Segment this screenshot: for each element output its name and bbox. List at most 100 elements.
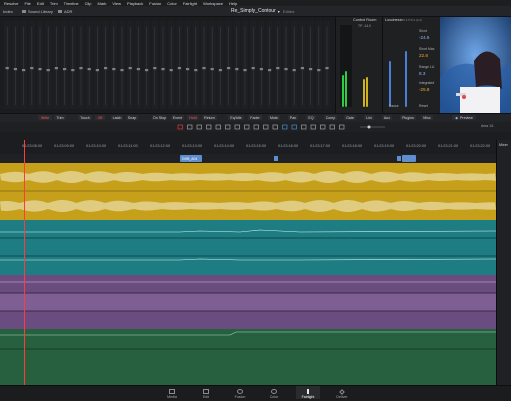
marker-row (0, 154, 496, 163)
page-fusion-label: Fusion (234, 395, 246, 399)
auto-gate-button[interactable]: Gate (344, 115, 356, 120)
menu-help[interactable]: Help (229, 1, 237, 6)
fader-cap (95, 69, 99, 72)
page-color-label: Color (269, 395, 279, 399)
tool-icon (244, 124, 250, 130)
auto-mute-button[interactable]: Mute (268, 115, 280, 120)
preview-toggle[interactable]: ◆ Preview (452, 115, 476, 120)
control-room-sub: TP -14.0 (358, 24, 371, 28)
page-navigation (0, 385, 511, 401)
auto-pan-button[interactable]: Pan (288, 115, 298, 120)
tool-icons (177, 124, 385, 130)
auto-touch-button[interactable]: Touch (78, 115, 92, 120)
auto-eq-idle-button[interactable]: Eq/Idle (228, 115, 244, 120)
fader-cap (210, 68, 214, 71)
auto-comp-button[interactable]: Comp (324, 115, 337, 120)
marker-flag[interactable] (274, 156, 278, 161)
fader-cap (128, 67, 132, 70)
page-fusion[interactable]: Fusion (228, 386, 252, 399)
reset-button[interactable]: Reset (419, 104, 428, 108)
fader-cap (54, 67, 58, 70)
index-button[interactable]: Index (3, 8, 13, 14)
fader-cap (38, 68, 42, 71)
integrated-value: -25.8 (419, 87, 430, 92)
control-room-meter-right (366, 77, 368, 107)
right-mixer-panel: Mixer (496, 140, 511, 385)
sound-library-button[interactable]: Sound Library (22, 8, 53, 14)
menu-trim[interactable]: Trim (50, 1, 58, 6)
fader-cap (145, 69, 149, 72)
auto-off-button[interactable]: Off (95, 115, 105, 120)
adr-button[interactable]: ADR (58, 8, 72, 14)
fader-cap (276, 67, 280, 70)
auto-misc-button[interactable]: Misc (421, 115, 433, 120)
marker-clip[interactable]: GHB_A04 (180, 155, 202, 162)
menu-view[interactable]: View (112, 1, 121, 6)
master-meter-left (342, 75, 344, 107)
tool-icon (301, 124, 307, 130)
tool-icon (329, 124, 335, 130)
ruler-timecode-9: 01:23:17:00 (310, 144, 331, 148)
menu-fairlight[interactable]: Fairlight (183, 1, 197, 6)
menu-clip[interactable]: Clip (85, 1, 92, 6)
fader-cap (218, 69, 222, 72)
auto-fader-button[interactable]: Fader (248, 115, 262, 120)
auto-aux-button[interactable]: Aux (382, 115, 392, 120)
tool-icon (263, 124, 269, 130)
fader-cap (325, 67, 329, 70)
auto-return-button[interactable]: Return (202, 115, 217, 120)
loudness-meter-2 (405, 51, 407, 107)
menu-file[interactable]: File (24, 1, 30, 6)
tool-icon (282, 124, 288, 130)
menu-edit[interactable]: Edit (37, 1, 44, 6)
auto-trim-button[interactable]: Trim (54, 115, 66, 120)
auto-lim-button[interactable]: Lim (364, 115, 374, 120)
page-media-label: Media (167, 395, 177, 399)
ruler-timecode-1: 01:23:09:00 (54, 144, 75, 148)
fader-cap (104, 67, 108, 70)
menu-color[interactable]: Color (167, 1, 177, 6)
fader-cap (169, 69, 173, 72)
page-fairlight[interactable]: Fairlight (296, 386, 320, 399)
menu-timeline[interactable]: Timeline (64, 1, 79, 6)
fader-cap (243, 69, 247, 72)
fader-cap (30, 67, 34, 70)
fader-cap (300, 67, 304, 70)
tool-icon (225, 124, 231, 130)
menu-resolve[interactable]: Resolve (4, 1, 18, 6)
auto-hold-button[interactable]: Hold (187, 115, 199, 120)
marker-clip-2[interactable] (402, 155, 416, 162)
playhead[interactable] (24, 140, 25, 385)
menu-mark[interactable]: Mark (98, 1, 107, 6)
edit-page-icon (203, 389, 209, 394)
auto-plugins-button[interactable]: Plugins (400, 115, 416, 120)
volume-line (0, 258, 496, 261)
sound-library-icon (22, 9, 26, 13)
page-edit[interactable]: Edit (194, 386, 218, 399)
project-dropdown-icon[interactable]: ▾ (278, 9, 280, 14)
pause-button[interactable]: Pause (389, 104, 399, 108)
page-deliver[interactable]: Deliver (330, 386, 354, 399)
project-title: Re_Simply_Contour ▾ (231, 8, 280, 14)
auto-latch-button[interactable]: Latch (111, 115, 123, 120)
ruler-timecode-11: 01:23:19:00 (374, 144, 395, 148)
tool-icon (234, 124, 240, 130)
fader-cap (153, 67, 157, 70)
menu-fusion[interactable]: Fusion (149, 1, 161, 6)
mixer-strips (4, 21, 331, 109)
marker-flag[interactable] (397, 156, 401, 161)
ruler-timecode-14: 01:23:22:00 (470, 144, 491, 148)
right-panel-title: Mixer (499, 143, 508, 147)
auto-write-button[interactable]: Write (38, 115, 52, 120)
control-room-meter-left (363, 79, 365, 107)
menu-playback[interactable]: Playback (127, 1, 143, 6)
page-color[interactable]: Color (262, 386, 286, 399)
auto-snap-button[interactable]: Snap (126, 115, 138, 120)
page-media[interactable]: Media (160, 386, 184, 399)
auto-event-button[interactable]: Event (171, 115, 184, 120)
menu-workspace[interactable]: Workspace (203, 1, 223, 6)
fairlight-page-icon (307, 389, 309, 394)
auto-eq-button[interactable]: EQ (306, 115, 316, 120)
fader-cap (13, 68, 17, 71)
auto-on-stop-button[interactable]: On Stop (152, 115, 167, 120)
